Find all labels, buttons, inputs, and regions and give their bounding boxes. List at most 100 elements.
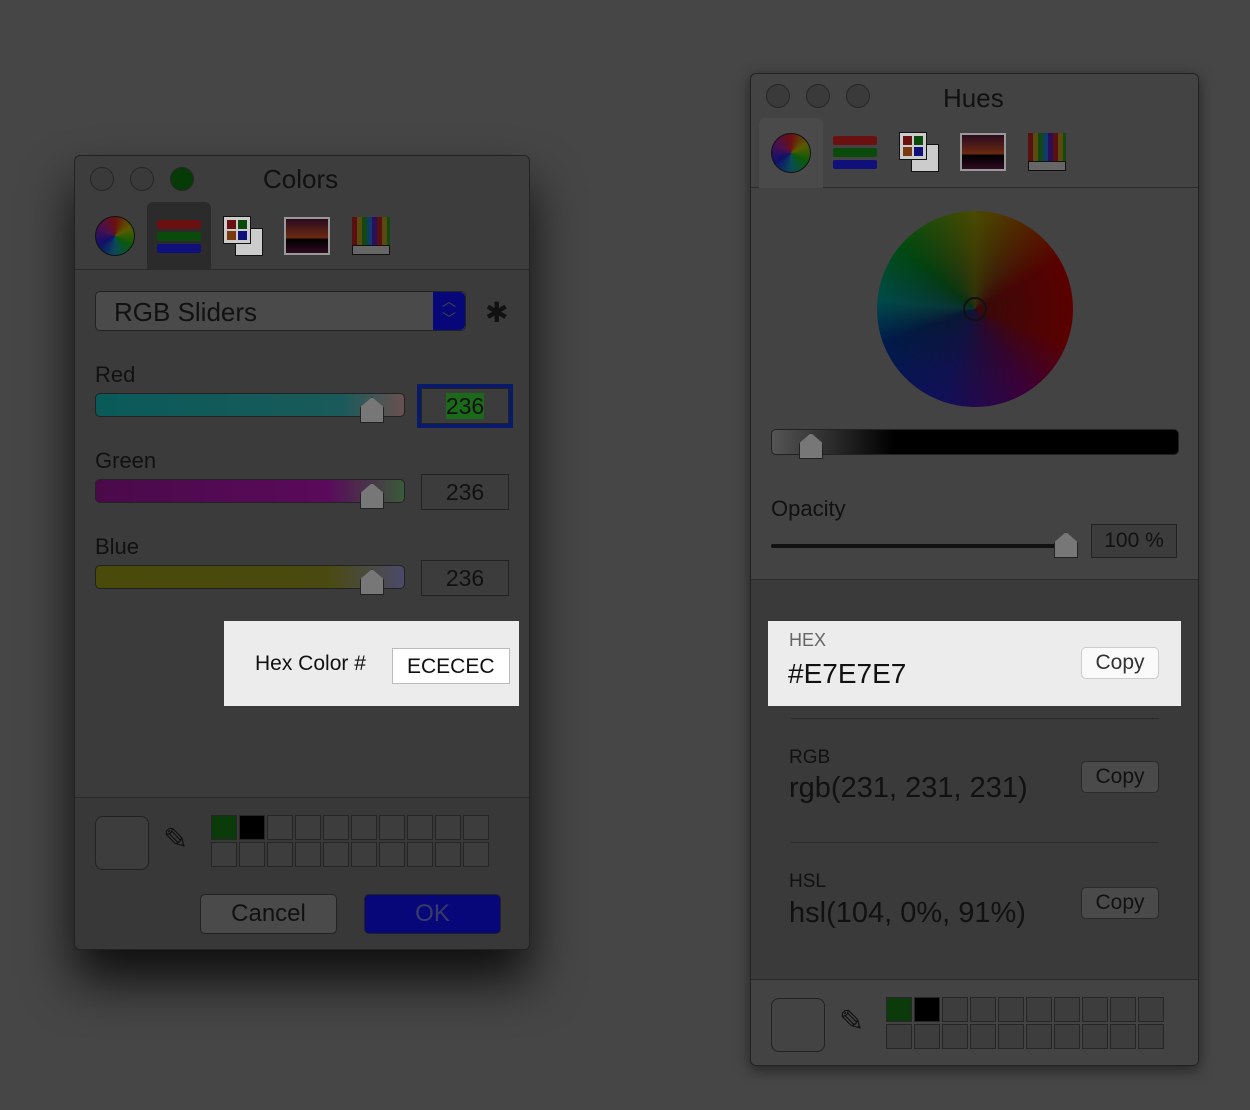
zoom-button[interactable]	[846, 84, 870, 108]
cancel-button[interactable]: Cancel	[200, 894, 337, 934]
swatch[interactable]	[351, 842, 377, 867]
hex-format-value: #E7E7E7	[788, 658, 907, 689]
swatch[interactable]	[267, 815, 293, 840]
rgb-format-label: RGB	[789, 747, 831, 768]
swatch[interactable]	[211, 842, 237, 867]
brightness-slider[interactable]	[771, 429, 1179, 455]
swatch[interactable]	[942, 997, 968, 1022]
color-wheel-icon	[771, 133, 811, 173]
swatch[interactable]	[1054, 997, 1080, 1022]
current-color-well[interactable]	[771, 998, 825, 1052]
swatch[interactable]	[886, 1024, 912, 1049]
swatch[interactable]	[295, 842, 321, 867]
close-button[interactable]	[90, 167, 114, 191]
swatch[interactable]	[1026, 1024, 1052, 1049]
color-wheel-tab[interactable]	[759, 118, 823, 188]
swatch[interactable]	[1110, 1024, 1136, 1049]
pencils-icon	[352, 217, 390, 255]
color-sliders-tab[interactable]	[147, 202, 211, 270]
close-button[interactable]	[766, 84, 790, 108]
minimize-button[interactable]	[806, 84, 830, 108]
swatch[interactable]	[970, 997, 996, 1022]
opacity-label: Opacity	[771, 496, 846, 521]
rgb-format-value: rgb(231, 231, 231)	[789, 772, 1028, 804]
minimize-button[interactable]	[130, 167, 154, 191]
swatch[interactable]	[407, 842, 433, 867]
blue-slider[interactable]	[95, 565, 405, 589]
swatch[interactable]	[379, 842, 405, 867]
swatch[interactable]	[1138, 997, 1164, 1022]
swatch[interactable]	[942, 1024, 968, 1049]
hex-input[interactable]: ECECEC	[392, 648, 510, 684]
palettes-icon	[899, 132, 939, 172]
swatch[interactable]	[1138, 1024, 1164, 1049]
swatch[interactable]	[1026, 997, 1052, 1022]
image-palettes-tab[interactable]	[951, 118, 1015, 186]
hex-color-panel: Hex Color # ECECEC	[224, 621, 519, 706]
current-color-well[interactable]	[95, 816, 149, 870]
green-slider[interactable]	[95, 479, 405, 503]
swatch[interactable]	[998, 997, 1024, 1022]
swatch[interactable]	[463, 815, 489, 840]
swatch[interactable]	[407, 815, 433, 840]
swatch[interactable]	[1110, 997, 1136, 1022]
swatch[interactable]	[379, 815, 405, 840]
color-wheel[interactable]	[877, 211, 1073, 407]
hex-label: Hex Color #	[255, 652, 366, 675]
red-value-field[interactable]: 236	[417, 384, 513, 428]
copy-rgb-button[interactable]: Copy	[1081, 761, 1159, 793]
swatch[interactable]	[435, 842, 461, 867]
color-palettes-tab[interactable]	[887, 118, 951, 186]
swatch[interactable]	[211, 815, 237, 840]
color-wheel-tab[interactable]	[83, 202, 147, 270]
chevron-updown-icon: ︿ ﹀	[433, 292, 465, 330]
swatch[interactable]	[435, 815, 461, 840]
swatch[interactable]	[351, 815, 377, 840]
blue-value-field[interactable]: 236	[421, 560, 509, 596]
swatch[interactable]	[914, 997, 940, 1022]
swatch[interactable]	[1054, 1024, 1080, 1049]
pencils-tab[interactable]	[1015, 118, 1079, 186]
hex-format-label: HEX	[789, 630, 827, 650]
swatch[interactable]	[886, 997, 912, 1022]
swatch[interactable]	[295, 815, 321, 840]
eyedropper-icon[interactable]: ✎	[163, 822, 188, 857]
swatch[interactable]	[323, 815, 349, 840]
copy-hsl-button[interactable]: Copy	[1081, 887, 1159, 919]
copy-hex-button[interactable]: Copy	[1081, 647, 1159, 679]
zoom-button[interactable]	[170, 167, 194, 191]
image-icon	[960, 133, 1006, 171]
eyedropper-icon[interactable]: ✎	[839, 1004, 864, 1039]
palettes-icon	[223, 216, 263, 256]
swatch[interactable]	[914, 1024, 940, 1049]
green-value-field[interactable]: 236	[421, 474, 509, 510]
bottom-bar: ✎	[751, 979, 1198, 1065]
formats-panel: HEX #E7E7E7 Copy RGB rgb(231, 231, 231) …	[751, 579, 1198, 979]
opacity-slider[interactable]	[771, 544, 1071, 548]
swatch[interactable]	[323, 842, 349, 867]
opacity-slider-thumb[interactable]	[1054, 532, 1078, 558]
ok-button[interactable]: OK	[364, 894, 501, 934]
toolbar: Colors	[75, 156, 529, 270]
pencils-tab[interactable]	[339, 202, 403, 270]
crosshair-icon[interactable]	[963, 297, 987, 321]
gear-icon[interactable]: ✱	[485, 296, 508, 329]
swatch[interactable]	[239, 815, 265, 840]
hsl-format-label: HSL	[789, 871, 826, 892]
window-title: Colors	[263, 164, 339, 194]
hex-row: HEX #E7E7E7 Copy	[768, 621, 1181, 706]
swatch[interactable]	[998, 1024, 1024, 1049]
color-sliders-tab[interactable]	[823, 118, 887, 186]
swatch[interactable]	[267, 842, 293, 867]
red-slider[interactable]	[95, 393, 405, 417]
color-palettes-tab[interactable]	[211, 202, 275, 270]
swatch[interactable]	[1082, 1024, 1108, 1049]
green-label: Green	[95, 448, 157, 473]
swatch[interactable]	[239, 842, 265, 867]
image-palettes-tab[interactable]	[275, 202, 339, 270]
swatch[interactable]	[1082, 997, 1108, 1022]
swatch[interactable]	[463, 842, 489, 867]
opacity-field[interactable]: 100 %	[1091, 524, 1177, 558]
swatch[interactable]	[970, 1024, 996, 1049]
mode-popup[interactable]: RGB Sliders ︿ ﹀	[95, 291, 466, 331]
